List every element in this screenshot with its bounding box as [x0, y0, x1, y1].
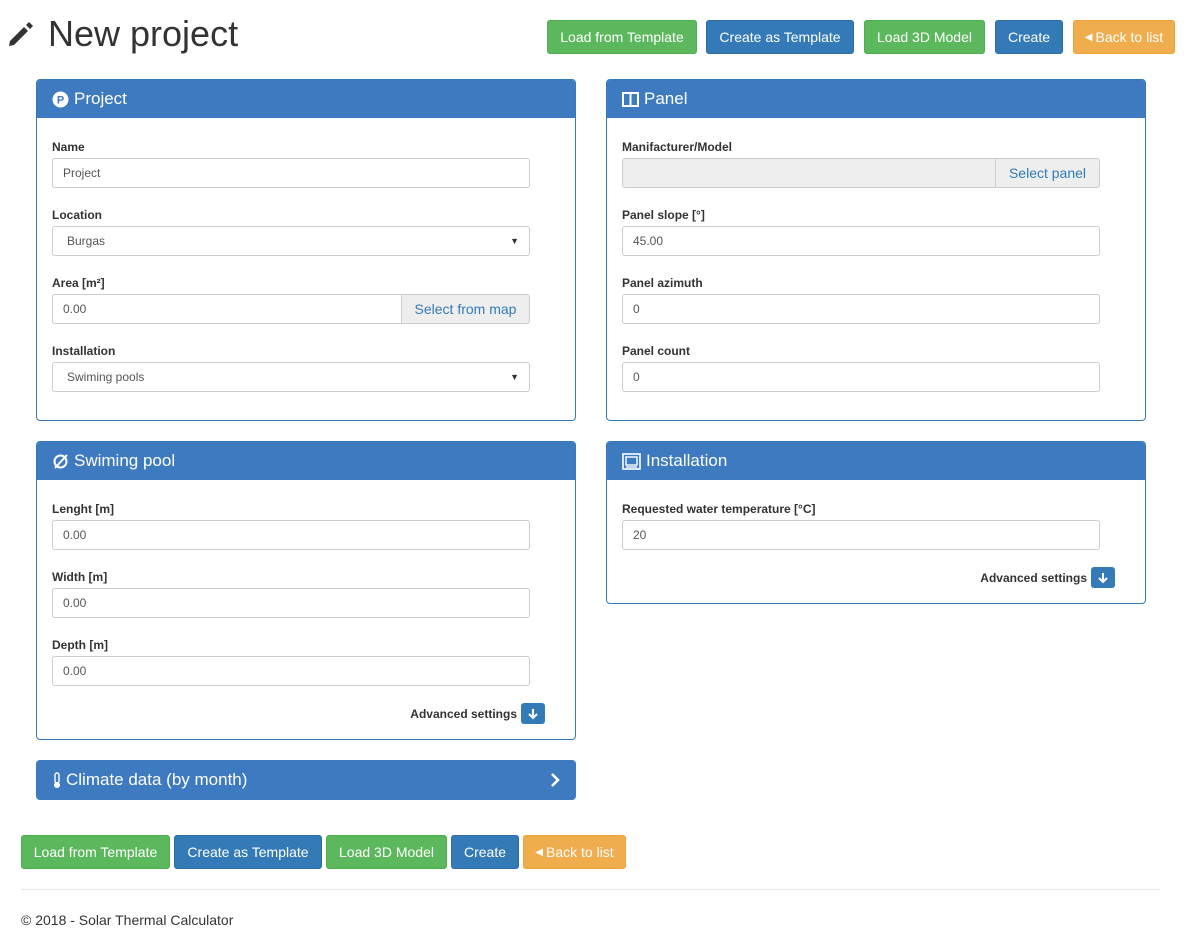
- select-panel-button[interactable]: Select panel: [996, 158, 1100, 188]
- page-title: New project: [48, 13, 239, 54]
- project-panel-heading: P Project: [37, 80, 575, 118]
- climate-panel-title: Climate data (by month): [66, 770, 248, 789]
- installation-type-label: Installation: [52, 344, 116, 358]
- model-input: [622, 158, 996, 188]
- name-input[interactable]: Project: [52, 158, 530, 188]
- thermometer-icon: [54, 771, 60, 788]
- count-label: Panel count: [622, 344, 691, 358]
- installation-type-select[interactable]: Swiming pools ▼: [52, 362, 530, 392]
- depth-label: Depth [m]: [52, 638, 108, 652]
- count-group: Panel count 0: [622, 344, 1100, 392]
- installation-panel: Installation Requested water temperature…: [606, 441, 1146, 604]
- depth-input[interactable]: 0.00: [52, 656, 530, 686]
- location-group: Location Burgas ▼: [52, 208, 530, 256]
- location-value: Burgas: [67, 234, 106, 248]
- temperature-group: Requested water temperature [°C] 20: [622, 502, 1100, 550]
- slope-group: Panel slope [°] 45.00: [622, 208, 1100, 256]
- depth-group: Depth [m] 0.00: [52, 638, 530, 686]
- installation-advanced-label: Advanced settings: [980, 570, 1087, 585]
- bottom-toolbar: Load from Template Create as Template Lo…: [21, 835, 626, 869]
- length-input[interactable]: 0.00: [52, 520, 530, 550]
- installation-advanced-settings[interactable]: Advanced settings: [980, 567, 1115, 588]
- width-label: Width [m]: [52, 570, 108, 584]
- climate-panel-header[interactable]: Climate data (by month): [36, 760, 576, 800]
- name-group: Name Project: [52, 140, 530, 188]
- length-group: Lenght [m] 0.00: [52, 502, 530, 550]
- temperature-label: Requested water temperature [°C]: [622, 502, 816, 516]
- location-select[interactable]: Burgas ▼: [52, 226, 530, 256]
- area-group: Area [m²] 0.00 Select from map: [52, 276, 530, 324]
- pool-advanced-settings[interactable]: Advanced settings: [410, 703, 545, 724]
- area-input[interactable]: 0.00: [52, 294, 402, 324]
- circle-slash-icon: [53, 453, 68, 469]
- select-from-map-button[interactable]: Select from map: [402, 294, 530, 324]
- installation-type-group: Installation Swiming pools ▼: [52, 344, 530, 392]
- arrow-down-icon[interactable]: [521, 703, 545, 724]
- dropdown-arrow-icon: ▼: [510, 372, 519, 382]
- location-label: Location: [52, 208, 102, 222]
- area-label: Area [m²]: [52, 276, 105, 290]
- slope-label: Panel slope [°]: [622, 208, 705, 222]
- create-as-template-button[interactable]: Create as Template: [706, 20, 854, 54]
- installation-type-value: Swiming pools: [67, 370, 145, 384]
- caret-left-icon: ◀: [535, 846, 543, 858]
- azimuth-input[interactable]: 0: [622, 294, 1100, 324]
- panel-panel: Panel Manifacturer/Model Select panel Pa…: [606, 79, 1146, 421]
- model-label: Manifacturer/Model: [622, 140, 733, 154]
- pool-advanced-label: Advanced settings: [410, 706, 517, 721]
- pencil-icon: [9, 22, 33, 46]
- panel-panel-heading: Panel: [607, 80, 1145, 118]
- width-group: Width [m] 0.00: [52, 570, 530, 618]
- pool-panel-title: Swiming pool: [74, 451, 176, 470]
- dropdown-arrow-icon: ▼: [510, 236, 519, 246]
- create-as-template-button-bottom[interactable]: Create as Template: [174, 835, 322, 869]
- length-label: Lenght [m]: [52, 502, 114, 516]
- pool-panel: Swiming pool Lenght [m] 0.00 Width [m] 0…: [36, 441, 576, 740]
- page-header: New project: [6, 12, 238, 56]
- panel-panel-title: Panel: [644, 89, 688, 108]
- temperature-input[interactable]: 20: [622, 520, 1100, 550]
- count-input[interactable]: 0: [622, 362, 1100, 392]
- project-panel: P Project Name Project Location Burgas ▼…: [36, 79, 576, 421]
- slope-input[interactable]: 45.00: [622, 226, 1100, 256]
- footer-divider: [21, 889, 1160, 890]
- width-input[interactable]: 0.00: [52, 588, 530, 618]
- model-group: Manifacturer/Model Select panel: [622, 140, 1100, 188]
- installation-panel-title: Installation: [646, 451, 728, 470]
- name-label: Name: [52, 140, 85, 154]
- installation-panel-heading: Installation: [607, 442, 1145, 480]
- azimuth-label: Panel azimuth: [622, 276, 703, 290]
- installation-screen-icon: [622, 452, 641, 470]
- load-from-template-button-bottom[interactable]: Load from Template: [21, 835, 170, 869]
- chevron-right-icon[interactable]: [549, 772, 561, 788]
- arrow-down-icon[interactable]: [1091, 567, 1115, 588]
- create-button-bottom[interactable]: Create: [451, 835, 519, 869]
- load-3d-model-button[interactable]: Load 3D Model: [864, 20, 985, 54]
- footer-text: © 2018 - Solar Thermal Calculator: [21, 912, 234, 928]
- svg-text:P: P: [57, 94, 64, 106]
- back-to-list-button[interactable]: ◀ Back to list: [1073, 20, 1175, 54]
- top-toolbar: Load from Template Create as Template Lo…: [547, 20, 1175, 54]
- back-to-list-button-bottom[interactable]: ◀ Back to list: [523, 835, 626, 869]
- back-to-list-label-bottom: Back to list: [546, 844, 614, 860]
- back-to-list-label: Back to list: [1095, 29, 1164, 45]
- parking-circle-icon: P: [52, 91, 69, 107]
- azimuth-group: Panel azimuth 0: [622, 276, 1100, 324]
- columns-icon: [622, 91, 639, 107]
- project-panel-title: Project: [74, 89, 127, 108]
- create-button[interactable]: Create: [995, 20, 1063, 54]
- caret-left-icon: ◀: [1084, 31, 1093, 43]
- pool-panel-heading: Swiming pool: [37, 442, 575, 480]
- load-3d-model-button-bottom[interactable]: Load 3D Model: [326, 835, 447, 869]
- load-from-template-button[interactable]: Load from Template: [547, 20, 697, 54]
